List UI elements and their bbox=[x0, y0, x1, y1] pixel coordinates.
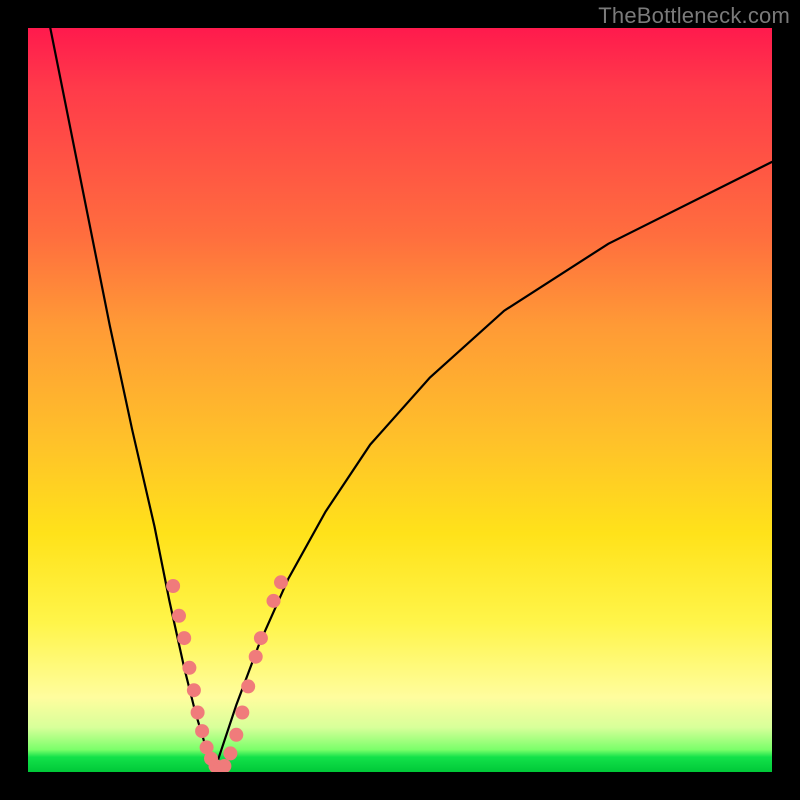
data-point bbox=[229, 728, 243, 742]
data-point bbox=[187, 683, 201, 697]
curve-layer bbox=[50, 28, 772, 772]
data-point bbox=[241, 679, 255, 693]
data-point bbox=[249, 650, 263, 664]
data-point bbox=[195, 724, 209, 738]
data-point bbox=[177, 631, 191, 645]
watermark-text: TheBottleneck.com bbox=[598, 3, 790, 29]
data-point bbox=[254, 631, 268, 645]
dots-layer bbox=[166, 575, 288, 772]
data-point bbox=[172, 609, 186, 623]
chart-frame: TheBottleneck.com bbox=[0, 0, 800, 800]
data-point bbox=[223, 746, 237, 760]
plot-area bbox=[28, 28, 772, 772]
data-point bbox=[267, 594, 281, 608]
data-point bbox=[182, 661, 196, 675]
data-point bbox=[235, 706, 249, 720]
data-point bbox=[274, 575, 288, 589]
chart-svg bbox=[28, 28, 772, 772]
curve-right-branch bbox=[214, 162, 772, 772]
data-point bbox=[166, 579, 180, 593]
data-point bbox=[191, 706, 205, 720]
curve-left-branch bbox=[50, 28, 214, 772]
